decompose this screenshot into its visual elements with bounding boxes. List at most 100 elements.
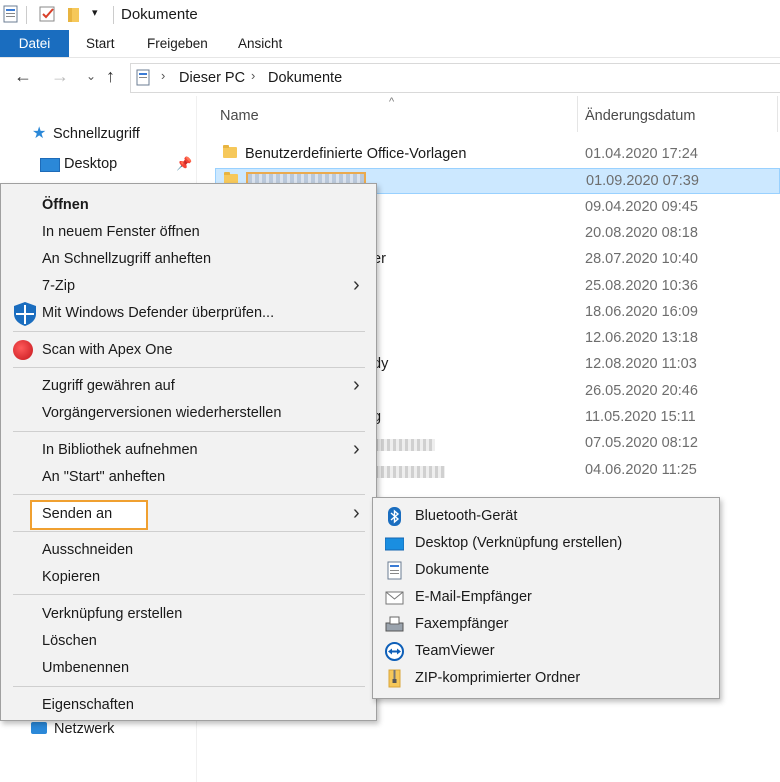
file-date: 01.09.2020 07:39 <box>586 173 699 190</box>
checklist-icon[interactable] <box>39 5 55 23</box>
star-icon: ★ <box>32 125 47 142</box>
title-bar: ▾ Dokumente <box>0 0 780 30</box>
menu-item-bibliothek[interactable]: In Bibliothek aufnehmen › <box>1 437 376 464</box>
menu-separator <box>13 531 365 532</box>
file-date: 28.07.2020 10:40 <box>585 251 698 268</box>
menu-item-defender[interactable]: Mit Windows Defender überprüfen... <box>1 300 376 327</box>
divider <box>113 6 114 24</box>
menu-separator <box>13 431 365 432</box>
submenu-item-dokumente[interactable]: Dokumente <box>373 557 719 584</box>
menu-item-kopieren[interactable]: Kopieren <box>1 564 376 591</box>
file-date: 01.04.2020 17:24 <box>585 146 698 162</box>
submenu-item-label: TeamViewer <box>415 643 495 659</box>
desktop-icon <box>384 534 405 553</box>
tab-start[interactable]: Start <box>72 30 129 57</box>
properties-icon[interactable] <box>3 5 19 23</box>
file-date: 20.08.2020 08:18 <box>585 224 698 241</box>
submenu-item-label: Bluetooth-Gerät <box>415 508 518 524</box>
breadcrumb-separator-icon: › <box>161 68 166 83</box>
menu-item-label: Löschen <box>42 633 97 649</box>
nav-label: Schnellzugriff <box>53 126 140 142</box>
teamviewer-icon <box>385 642 404 661</box>
ribbon-tabs: Datei Start Freigeben Ansicht <box>0 30 780 58</box>
quick-access-dropdown-icon[interactable]: ▾ <box>92 6 98 19</box>
menu-item-eigenschaften[interactable]: Eigenschaften <box>1 692 376 719</box>
network-icon <box>31 722 47 734</box>
menu-item-oeffnen[interactable]: Öffnen <box>1 192 376 219</box>
submenu-arrow-icon: › <box>353 274 360 296</box>
submenu-arrow-icon: › <box>353 374 360 396</box>
file-date: 11.05.2020 15:11 <box>585 409 696 425</box>
file-date: 25.08.2020 10:36 <box>585 277 698 294</box>
column-header-date[interactable]: Änderungsdatum <box>585 108 695 124</box>
menu-item-label: Verknüpfung erstellen <box>42 606 183 622</box>
up-arrow-icon[interactable]: ↑ <box>106 66 115 87</box>
menu-separator <box>13 494 365 495</box>
address-field[interactable]: › Dieser PC › Dokumente <box>130 63 780 93</box>
folder-icon[interactable] <box>67 5 83 23</box>
column-divider[interactable] <box>777 96 778 132</box>
column-divider[interactable] <box>577 96 578 132</box>
menu-item-zugriff[interactable]: Zugriff gewähren auf › <box>1 373 376 400</box>
menu-item-label: Senden an <box>42 506 113 522</box>
breadcrumb-separator-icon: › <box>251 68 256 83</box>
menu-item-loeschen[interactable]: Löschen <box>1 628 376 655</box>
fax-icon <box>385 615 404 634</box>
menu-item-7zip[interactable]: 7-Zip › <box>1 273 376 300</box>
menu-item-start-anheften[interactable]: An "Start" anheften <box>1 464 376 491</box>
menu-item-label: Vorgängerversionen wiederherstellen <box>42 405 282 421</box>
menu-item-label: Eigenschaften <box>42 697 134 713</box>
file-date: 09.04.2020 09:45 <box>585 198 698 215</box>
windows-defender-icon <box>12 301 38 330</box>
submenu-item-label: Faxempfänger <box>415 616 509 632</box>
tab-freigeben[interactable]: Freigeben <box>133 30 222 57</box>
file-date: 07.05.2020 08:12 <box>585 435 698 452</box>
table-row[interactable]: Benutzerdefinierte Office-Vorlagen 01.04.… <box>215 142 780 168</box>
submenu-item-fax[interactable]: Faxempfänger <box>373 611 719 638</box>
send-to-submenu: Bluetooth-Gerät Desktop (Verknüpfung ers… <box>372 497 720 699</box>
submenu-item-teamviewer[interactable]: TeamViewer <box>373 638 719 665</box>
menu-item-label: Scan with Apex One <box>42 342 173 358</box>
menu-item-apex[interactable]: Scan with Apex One <box>1 337 376 364</box>
submenu-item-label: ZIP-komprimierter Ordner <box>415 670 581 686</box>
sort-ascending-icon: ^ <box>389 96 395 108</box>
menu-item-neues-fenster[interactable]: In neuem Fenster öffnen <box>1 219 376 246</box>
divider <box>26 6 27 24</box>
breadcrumb-dieser-pc[interactable]: Dieser PC <box>179 70 245 86</box>
menu-separator <box>13 331 365 332</box>
menu-item-schnellzugriff-anheften[interactable]: An Schnellzugriff anheften <box>1 246 376 273</box>
menu-item-senden-an[interactable]: Senden an › <box>1 500 376 530</box>
forward-arrow-icon[interactable]: → <box>51 66 69 87</box>
column-header-name[interactable]: Name <box>220 108 259 124</box>
menu-item-verknuepfung[interactable]: Verknüpfung erstellen <box>1 601 376 628</box>
tab-datei[interactable]: Datei <box>0 30 69 57</box>
nav-item-desktop[interactable]: Desktop 📌 <box>40 151 192 177</box>
breadcrumb-dokumente[interactable]: Dokumente <box>268 70 342 86</box>
documents-location-icon <box>136 69 151 89</box>
recent-locations-icon[interactable]: ⌄ <box>86 69 96 83</box>
submenu-item-zip[interactable]: ZIP-komprimierter Ordner <box>373 665 719 692</box>
folder-icon <box>223 145 237 158</box>
menu-item-umbenennen[interactable]: Umbenennen <box>1 655 376 682</box>
menu-item-label: 7-Zip <box>42 278 76 294</box>
nav-item-schnellzugriff[interactable]: ★ Schnellzugriff <box>32 121 192 147</box>
menu-item-label: In neuem Fenster öffnen <box>42 224 200 240</box>
menu-item-label: In Bibliothek aufnehmen <box>42 442 198 458</box>
tab-ansicht[interactable]: Ansicht <box>224 30 296 57</box>
menu-item-vorgaengerversionen[interactable]: Vorgängerversionen wiederherstellen <box>1 400 376 427</box>
menu-item-label: Umbenennen <box>42 660 130 676</box>
submenu-arrow-icon: › <box>353 502 360 524</box>
submenu-arrow-icon: › <box>353 438 360 460</box>
file-name: Benutzerdefinierte Office-Vorlagen <box>245 146 467 162</box>
submenu-item-bluetooth[interactable]: Bluetooth-Gerät <box>373 503 719 530</box>
submenu-item-desktop[interactable]: Desktop (Verknüpfung erstellen) <box>373 530 719 557</box>
file-date: 26.05.2020 20:46 <box>585 382 698 399</box>
pin-icon[interactable]: 📌 <box>176 151 192 177</box>
menu-separator <box>13 594 365 595</box>
submenu-item-email[interactable]: E-Mail-Empfänger <box>373 584 719 611</box>
address-bar: ← → ⌄ ↑ › Dieser PC › Dokumente <box>0 58 780 96</box>
menu-item-label: Zugriff gewähren auf <box>42 378 175 394</box>
menu-item-ausschneiden[interactable]: Ausschneiden <box>1 537 376 564</box>
apex-one-icon <box>13 340 33 360</box>
back-arrow-icon[interactable]: ← <box>14 66 32 87</box>
